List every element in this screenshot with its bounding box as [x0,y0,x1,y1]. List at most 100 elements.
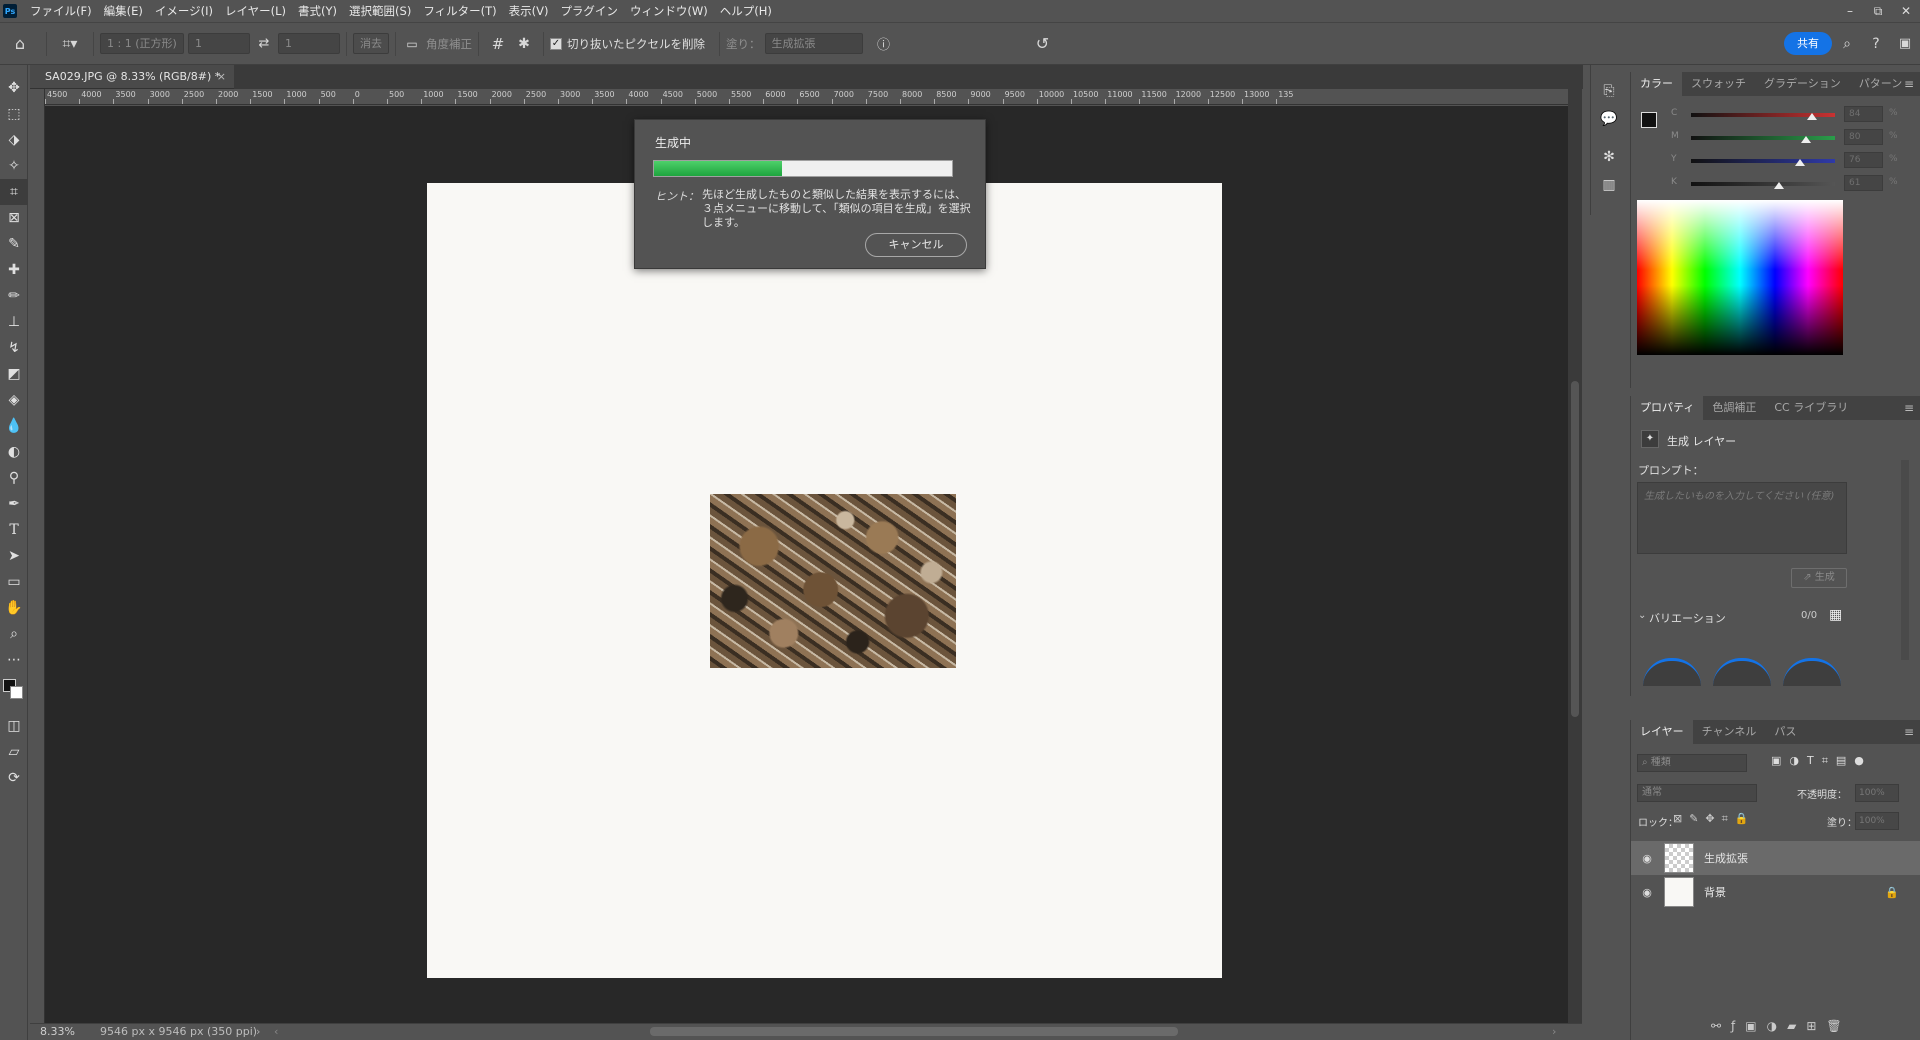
crop-height-input[interactable]: 1 [278,33,340,54]
delete-cropped-checkbox[interactable]: ✓ [550,37,562,50]
layer-name[interactable]: 生成拡張 [1704,850,1748,866]
blur-tool-icon[interactable]: 💧 [0,413,28,439]
search-icon[interactable]: ⌕ [1832,36,1862,52]
magic-wand-tool-icon[interactable]: ✧ [0,153,28,179]
layer-name[interactable]: 背景 [1704,884,1726,900]
menu-edit[interactable]: 編集(E) [98,0,149,22]
cancel-button[interactable]: キャンセル [865,233,967,257]
panel-menu-icon[interactable]: ≡ [1904,396,1914,420]
layer-filter-icons[interactable]: ▣◑T⌗▤● [1771,754,1872,768]
zoom-tool-icon[interactable]: ⌕ [0,621,28,647]
path-select-tool-icon[interactable]: ➤ [0,543,28,569]
layer-row-background[interactable]: ◉ 背景 🔒 [1631,875,1920,909]
tab-paths[interactable]: パス [1765,720,1805,744]
comments-icon[interactable]: 💬 [1591,105,1627,133]
variations-chevron-icon[interactable]: ⌄ [1638,610,1646,621]
slider-k-value[interactable]: 61 [1844,175,1883,191]
history-icon[interactable]: ⎘ [1591,77,1627,105]
restore-button[interactable]: ⧉ [1864,4,1892,19]
type-tool-icon[interactable]: T [0,517,28,543]
slider-y-track[interactable] [1691,159,1835,163]
menu-filter[interactable]: フィルター(T) [417,0,502,22]
blend-mode-select[interactable]: 通常 [1637,784,1757,802]
screen-mode-icon[interactable]: ▱ [0,739,28,765]
slider-m-thumb[interactable] [1801,136,1812,143]
healing-brush-tool-icon[interactable]: ✚ [0,257,28,283]
fill-input[interactable]: 100% [1855,812,1899,830]
close-tab-icon[interactable]: × [217,65,226,89]
crop-width-input[interactable]: 1 [188,33,250,54]
stamp-tool-icon[interactable]: ⊥ [0,309,28,335]
background-color-swatch[interactable] [10,686,23,699]
help-icon[interactable]: ? [1862,36,1890,52]
share-button[interactable]: 共有 [1784,32,1832,55]
menu-view[interactable]: 表示(V) [503,0,555,22]
fill-select[interactable]: 生成拡張 [764,33,863,54]
scroll-thumb[interactable] [1571,381,1579,717]
color-swatches[interactable] [0,673,28,713]
document-tab[interactable]: SA029.JPG @ 8.33% (RGB/8#) * × [30,65,234,89]
panel-menu-icon[interactable]: ≡ [1904,720,1914,744]
menu-type[interactable]: 書式(Y) [292,0,343,22]
more-tools-icon[interactable]: ⋯ [0,647,28,673]
menu-image[interactable]: イメージ(I) [149,0,219,22]
home-icon[interactable]: ⌂ [0,34,40,53]
info-icon[interactable]: ⓘ [869,34,899,53]
grid-view-icon[interactable]: ▦ [1829,607,1842,623]
slider-y-thumb[interactable] [1795,159,1806,166]
menu-plugins[interactable]: プラグイン [554,0,624,22]
share-for-review-icon[interactable]: ⟳ [0,765,28,791]
properties-scrollbar[interactable] [1901,460,1909,660]
menu-layer[interactable]: レイヤー(L) [219,0,292,22]
crop-tool-icon[interactable]: ⌗▾ [53,36,87,52]
delete-cropped-label[interactable]: 切り抜いたピクセルを削除 [567,36,705,52]
layer-filter-search[interactable]: ⌕ 種類 [1637,754,1747,772]
zoom-lens-tool-icon[interactable]: ⚲ [0,465,28,491]
tab-color[interactable]: カラー [1631,72,1682,96]
prompt-input[interactable]: 生成したいものを入力してください (任意) [1637,482,1847,554]
menu-select[interactable]: 選択範囲(S) [343,0,417,22]
grid-overlay-icon[interactable]: # [485,35,511,53]
brush-settings-icon[interactable]: ✻ [1591,143,1627,171]
minimize-button[interactable]: – [1836,4,1864,19]
ratio-select[interactable]: 1 : 1 (正方形) [100,33,184,54]
tab-swatches[interactable]: スウォッチ [1682,72,1755,96]
slider-c-thumb[interactable] [1806,113,1817,120]
history-brush-tool-icon[interactable]: ↯ [0,335,28,361]
straighten-label[interactable]: 角度補正 [426,36,472,52]
menu-window[interactable]: ウィンドウ(W) [624,0,714,22]
histogram-icon[interactable]: ▥ [1591,171,1627,199]
zoom-level[interactable]: 8.33% [40,1024,75,1040]
tab-cc-libraries[interactable]: CC ライブラリ [1765,396,1857,420]
eyedropper-tool-icon[interactable]: ✎ [0,231,28,257]
slider-m-track[interactable] [1691,136,1835,140]
swap-icon[interactable]: ⇄ [250,36,278,51]
tab-patterns[interactable]: パターン [1850,72,1911,96]
tab-layers[interactable]: レイヤー [1631,720,1693,744]
slider-m-value[interactable]: 80 [1844,129,1883,145]
lock-icons[interactable]: ⊠✎✥⌗🔒 [1673,812,1756,826]
dodge-tool-icon[interactable]: ◐ [0,439,28,465]
paint-bucket-tool-icon[interactable]: ◈ [0,387,28,413]
generate-button[interactable]: ⇗ 生成 [1791,568,1847,588]
color-spectrum[interactable] [1637,200,1843,355]
tab-channels[interactable]: チャンネル [1693,720,1766,744]
frame-tool-icon[interactable]: ⊠ [0,205,28,231]
opacity-input[interactable]: 100% [1855,784,1899,802]
tab-properties[interactable]: プロパティ [1631,396,1704,420]
slider-c-value[interactable]: 84 [1844,106,1883,122]
rectangle-tool-icon[interactable]: ▭ [0,569,28,595]
slider-k-thumb[interactable] [1773,182,1784,189]
brush-tool-icon[interactable]: ✏ [0,283,28,309]
workspace-icon[interactable]: ▣ [1890,36,1920,51]
scroll-left-icon[interactable]: ‹ [274,1024,278,1040]
clear-button[interactable]: 消去 [353,33,389,54]
move-tool-icon[interactable]: ✥ [0,75,28,101]
tab-adjustments[interactable]: 色調補正 [1703,396,1765,420]
pen-tool-icon[interactable]: ✒ [0,491,28,517]
reset-icon[interactable]: ↺ [1029,34,1057,53]
layer-row-generative[interactable]: ◉ 生成拡張 [1631,841,1920,875]
hand-tool-icon[interactable]: ✋ [0,595,28,621]
visibility-eye-icon[interactable]: ◉ [1635,852,1659,865]
menu-file[interactable]: ファイル(F) [24,0,98,22]
